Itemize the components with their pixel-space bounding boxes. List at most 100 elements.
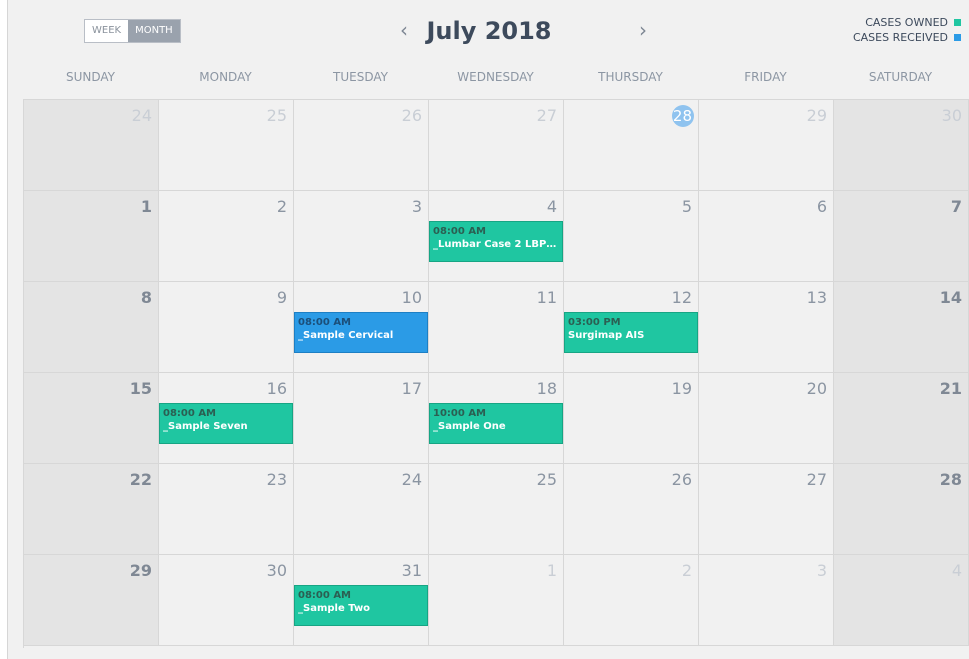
day-cell[interactable]: 12 03:00 PM Surgimap AIS <box>564 282 699 373</box>
day-cell[interactable]: 31 08:00 AM _Sample Two <box>294 555 429 646</box>
day-cell[interactable]: 16 08:00 AM _Sample Seven <box>159 373 294 464</box>
day-cell[interactable]: 29 <box>699 100 834 191</box>
day-number: 1 <box>546 561 557 580</box>
owned-swatch-icon <box>954 19 961 26</box>
day-number: 29 <box>129 561 152 580</box>
day-cell[interactable]: 4 <box>834 555 969 646</box>
day-cell[interactable]: 28 <box>834 464 969 555</box>
weekday-label: SATURDAY <box>868 70 933 84</box>
day-cell[interactable]: 15 <box>24 373 159 464</box>
weekday-label: THURSDAY <box>598 70 663 84</box>
day-number: 2 <box>681 561 692 580</box>
day-cell[interactable]: 25 <box>429 464 564 555</box>
day-number: 24 <box>131 106 152 125</box>
event-time: 08:00 AM <box>298 317 352 328</box>
day-cell[interactable]: 5 <box>564 191 699 282</box>
day-number: 3 <box>816 561 827 580</box>
day-cell[interactable]: 19 <box>564 373 699 464</box>
day-number: 26 <box>671 470 692 489</box>
legend-owned: CASES OWNED <box>853 15 961 30</box>
day-number: 13 <box>806 288 827 307</box>
day-number: 27 <box>806 470 827 489</box>
day-number: 3 <box>411 197 422 216</box>
day-number: 19 <box>671 379 692 398</box>
day-number: 25 <box>536 470 557 489</box>
weekday-label: FRIDAY <box>744 70 787 84</box>
day-cell[interactable]: 6 <box>699 191 834 282</box>
day-cell[interactable]: 1 <box>24 191 159 282</box>
day-cell[interactable]: 25 <box>159 100 294 191</box>
day-cell[interactable]: 27 <box>429 100 564 191</box>
day-number: 7 <box>950 197 962 216</box>
day-cell[interactable]: 28 <box>564 100 699 191</box>
day-number: 24 <box>401 470 422 489</box>
day-cell[interactable]: 26 <box>564 464 699 555</box>
day-number: 23 <box>266 470 287 489</box>
day-cell[interactable]: 27 <box>699 464 834 555</box>
weekday-header-row: SUNDAY MONDAY TUESDAY WEDNESDAY THURSDAY FRID… <box>23 62 969 92</box>
event-owned[interactable]: 03:00 PM Surgimap AIS <box>564 312 698 353</box>
month-title: July 2018 <box>426 17 552 45</box>
day-cell[interactable]: 22 <box>24 464 159 555</box>
day-cell[interactable]: 10 08:00 AM _Sample Cervical <box>294 282 429 373</box>
day-cell[interactable]: 3 <box>699 555 834 646</box>
day-number: 15 <box>129 379 152 398</box>
event-received[interactable]: 08:00 AM _Sample Cervical <box>294 312 428 353</box>
day-number: 30 <box>266 561 287 580</box>
day-cell[interactable]: 20 <box>699 373 834 464</box>
event-title: _Sample Two <box>298 603 371 614</box>
day-cell[interactable]: 1 <box>429 555 564 646</box>
day-number: 21 <box>939 379 962 398</box>
day-number: 31 <box>401 561 422 580</box>
day-cell[interactable]: 17 <box>294 373 429 464</box>
day-cell[interactable]: 14 <box>834 282 969 373</box>
legend: CASES OWNED CASES RECEIVED <box>853 15 961 45</box>
event-owned[interactable]: 08:00 AM _Sample Two <box>294 585 428 626</box>
prev-month-chevron-left-icon[interactable]: ‹ <box>400 16 408 44</box>
day-number: 8 <box>140 288 152 307</box>
day-cell[interactable]: 13 <box>699 282 834 373</box>
day-number: 17 <box>401 379 422 398</box>
day-number: 29 <box>806 106 827 125</box>
weekday-label: TUESDAY <box>333 70 388 84</box>
day-number: 14 <box>939 288 962 307</box>
day-cell[interactable]: 23 <box>159 464 294 555</box>
day-cell[interactable]: 4 08:00 AM _Lumbar Case 2 LBP ... <box>429 191 564 282</box>
day-cell[interactable]: 7 <box>834 191 969 282</box>
event-title: _Sample One <box>433 421 506 432</box>
day-number: 28 <box>939 470 962 489</box>
day-cell[interactable]: 18 10:00 AM _Sample One <box>429 373 564 464</box>
day-cell[interactable]: 29 <box>24 555 159 646</box>
day-cell[interactable]: 26 <box>294 100 429 191</box>
day-cell[interactable]: 30 <box>834 100 969 191</box>
event-time: 08:00 AM <box>433 226 487 237</box>
day-cell[interactable]: 24 <box>24 100 159 191</box>
day-number: 27 <box>536 106 557 125</box>
day-cell[interactable]: 11 <box>429 282 564 373</box>
day-cell[interactable]: 2 <box>564 555 699 646</box>
event-owned[interactable]: 08:00 AM _Sample Seven <box>159 403 293 444</box>
day-number: 2 <box>276 197 287 216</box>
next-month-chevron-right-icon[interactable]: › <box>639 16 647 44</box>
event-title: _Lumbar Case 2 LBP ... <box>433 239 559 250</box>
month-grid: 24 25 26 27 28 29 30 1 2 3 4 08:00 AM _Lumbar Case 2… <box>23 99 969 648</box>
day-number: 1 <box>140 197 152 216</box>
weekday-label: WEDNESDAY <box>457 70 534 84</box>
day-number: 28 <box>672 107 692 125</box>
event-owned[interactable]: 10:00 AM _Sample One <box>429 403 563 444</box>
day-cell[interactable]: 30 <box>159 555 294 646</box>
day-cell[interactable]: 9 <box>159 282 294 373</box>
weekday-label: MONDAY <box>199 70 252 84</box>
day-cell[interactable]: 3 <box>294 191 429 282</box>
day-cell[interactable]: 24 <box>294 464 429 555</box>
day-cell[interactable]: 21 <box>834 373 969 464</box>
day-number: 9 <box>276 288 287 307</box>
day-number: 10 <box>401 288 422 307</box>
event-owned[interactable]: 08:00 AM _Lumbar Case 2 LBP ... <box>429 221 563 262</box>
event-time: 03:00 PM <box>568 317 621 328</box>
event-title: Surgimap AIS <box>568 330 645 341</box>
day-cell[interactable]: 8 <box>24 282 159 373</box>
day-number: 11 <box>536 288 557 307</box>
day-cell[interactable]: 2 <box>159 191 294 282</box>
day-number: 22 <box>129 470 152 489</box>
